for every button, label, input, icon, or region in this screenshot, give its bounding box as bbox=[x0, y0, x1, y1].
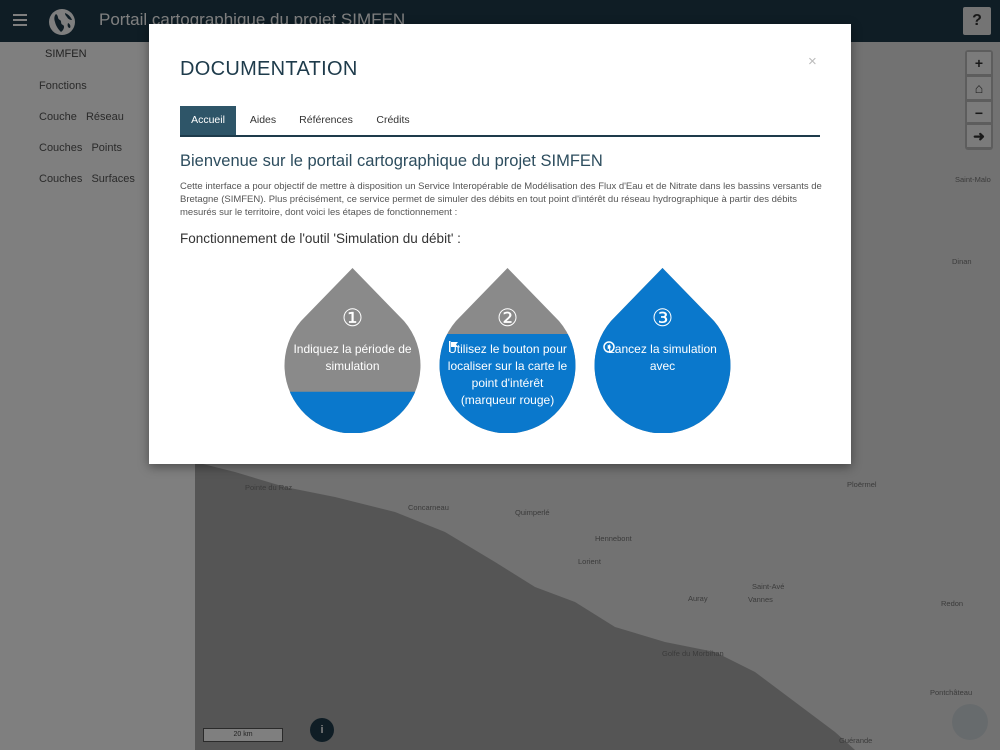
step-3-drop: ③ Lancez la simulation avec bbox=[594, 268, 731, 433]
play-circle-icon bbox=[603, 341, 615, 353]
step-3-text: Lancez la simulation avec bbox=[608, 342, 717, 373]
step-2-number: ② bbox=[496, 305, 519, 332]
step-2-drop: ② Utilisez le bouton pour localiser sur … bbox=[439, 268, 576, 433]
intro-text: Cette interface a pour objectif de mettr… bbox=[180, 181, 822, 218]
step-2-text: Utilisez le bouton bbox=[448, 342, 540, 356]
tab-aides[interactable]: Aides bbox=[240, 106, 286, 135]
section-title: Fonctionnement de l'outil 'Simulation du… bbox=[180, 231, 461, 246]
tab-accueil[interactable]: Accueil bbox=[180, 106, 236, 135]
step-3-text-block: Lancez la simulation avec bbox=[600, 341, 725, 375]
step-1-drop: ① Indiquez la période de simulation bbox=[284, 268, 421, 433]
close-icon[interactable]: × bbox=[808, 53, 817, 70]
tab-bar: Accueil Aides Références Crédits bbox=[180, 106, 820, 137]
step-2-text-block: Utilisez le bouton pour localiser sur la… bbox=[445, 341, 570, 409]
step-1-number: ① bbox=[341, 305, 364, 332]
modal-title: DOCUMENTATION bbox=[180, 58, 358, 80]
intro-paragraph: Cette interface a pour objectif de mettr… bbox=[180, 180, 823, 219]
step-3-number: ③ bbox=[651, 305, 674, 332]
tab-credits[interactable]: Crédits bbox=[368, 106, 418, 135]
tab-references[interactable]: Références bbox=[293, 106, 359, 135]
welcome-heading: Bienvenue sur le portail cartographique … bbox=[180, 152, 603, 170]
step-1-text: Indiquez la période de simulation bbox=[293, 342, 412, 373]
documentation-modal: DOCUMENTATION × Accueil Aides Références… bbox=[149, 24, 851, 464]
flag-icon bbox=[449, 341, 458, 352]
